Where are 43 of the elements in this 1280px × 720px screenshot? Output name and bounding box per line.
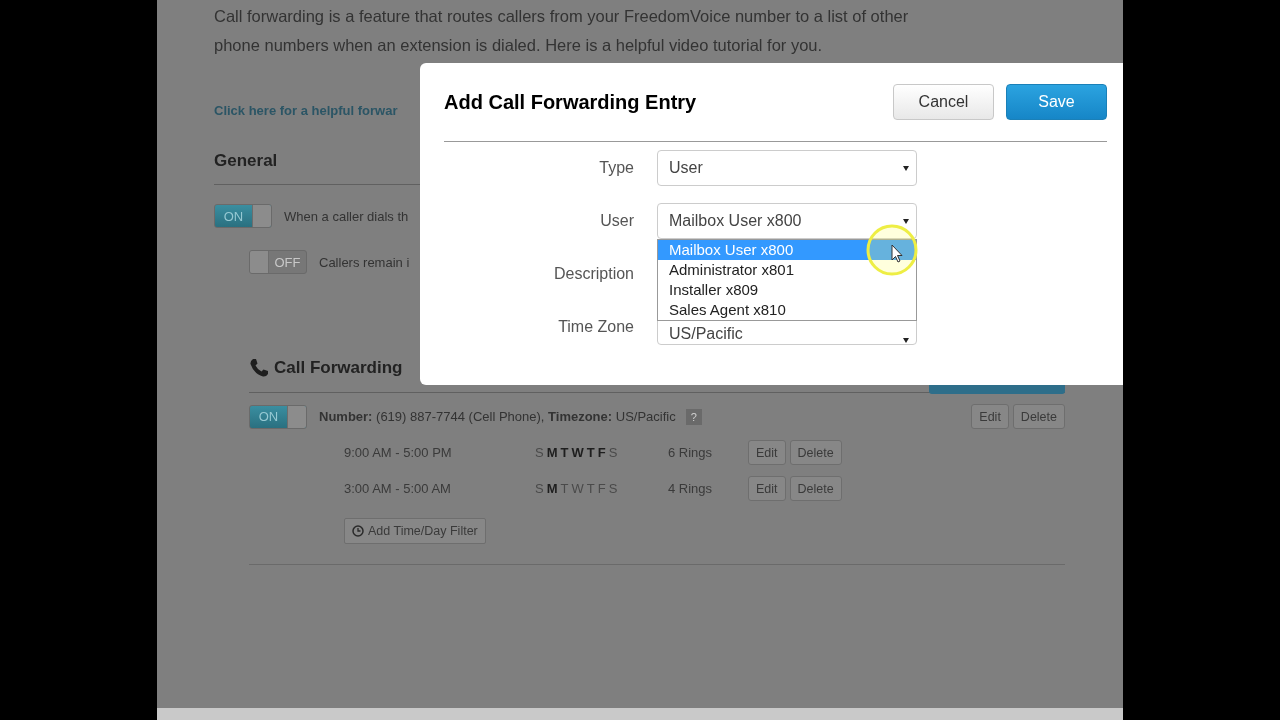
caret-icon <box>903 338 909 343</box>
toggle-switch[interactable]: OFF <box>249 250 307 274</box>
forwarding-summary: Number: (619) 887-7744 (Cell Phone), Timezone: US/Pacific <box>319 409 676 424</box>
horizontal-scrollbar[interactable] <box>157 708 1123 720</box>
caret-icon <box>903 165 909 171</box>
filter-button[interactable]: Edit <box>748 440 786 465</box>
toggle-label: When a caller dials th <box>284 208 409 224</box>
select-field[interactable]: User <box>657 150 917 186</box>
tutorial-link[interactable]: Click here for a helpful forwar <box>214 103 398 118</box>
day-letter: M <box>546 481 558 496</box>
day-letter: W <box>571 445 584 460</box>
ring-count: 6 Rings <box>668 445 714 460</box>
save-button[interactable]: Save <box>1006 84 1107 120</box>
select-field[interactable]: Mailbox User x800 <box>657 203 917 239</box>
filter-button[interactable]: Edit <box>748 476 786 501</box>
cancel-button[interactable]: Cancel <box>893 84 994 120</box>
dropdown-option[interactable]: Mailbox User x800 <box>658 240 916 260</box>
phone-icon <box>249 358 269 378</box>
filter-button[interactable]: Delete <box>789 440 842 465</box>
toggle-switch[interactable]: ON <box>214 204 272 228</box>
clock-icon <box>352 525 364 537</box>
field-label: User <box>599 212 634 230</box>
time-range: 3:00 AM - 5:00 AM <box>344 481 452 496</box>
field-label: Description <box>552 265 634 283</box>
dialog-title: Add Call Forwarding Entry <box>444 90 698 114</box>
entry-button[interactable]: Delete <box>1012 404 1065 429</box>
day-letter: T <box>586 445 595 460</box>
field-label: Type <box>598 159 634 177</box>
entry-button[interactable]: Edit <box>971 404 1009 429</box>
help-icon[interactable]: ? <box>685 408 702 425</box>
day-letter: M <box>546 445 558 460</box>
section-heading: Call Forwarding <box>274 358 403 378</box>
day-letter: T <box>560 445 569 460</box>
time-range: 9:00 AM - 5:00 PM <box>344 445 453 460</box>
ring-count: 4 Rings <box>668 481 714 496</box>
add-filter-button[interactable]: Add Time/Day Filter <box>344 518 486 544</box>
intro-paragraph: Call forwarding is a feature that routes callers from your FreedomVoice number to a list of other phone numbers when an extension is dialed. Here is a helpful video tutorial for you. <box>214 6 910 56</box>
dropdown-option[interactable]: Installer x809 <box>658 280 916 300</box>
toggle-switch[interactable]: ON <box>249 404 307 429</box>
section-heading: General <box>214 151 278 171</box>
filter-button[interactable]: Delete <box>789 476 842 501</box>
day-letter: F <box>597 445 606 460</box>
field-label: Time Zone <box>557 318 634 336</box>
